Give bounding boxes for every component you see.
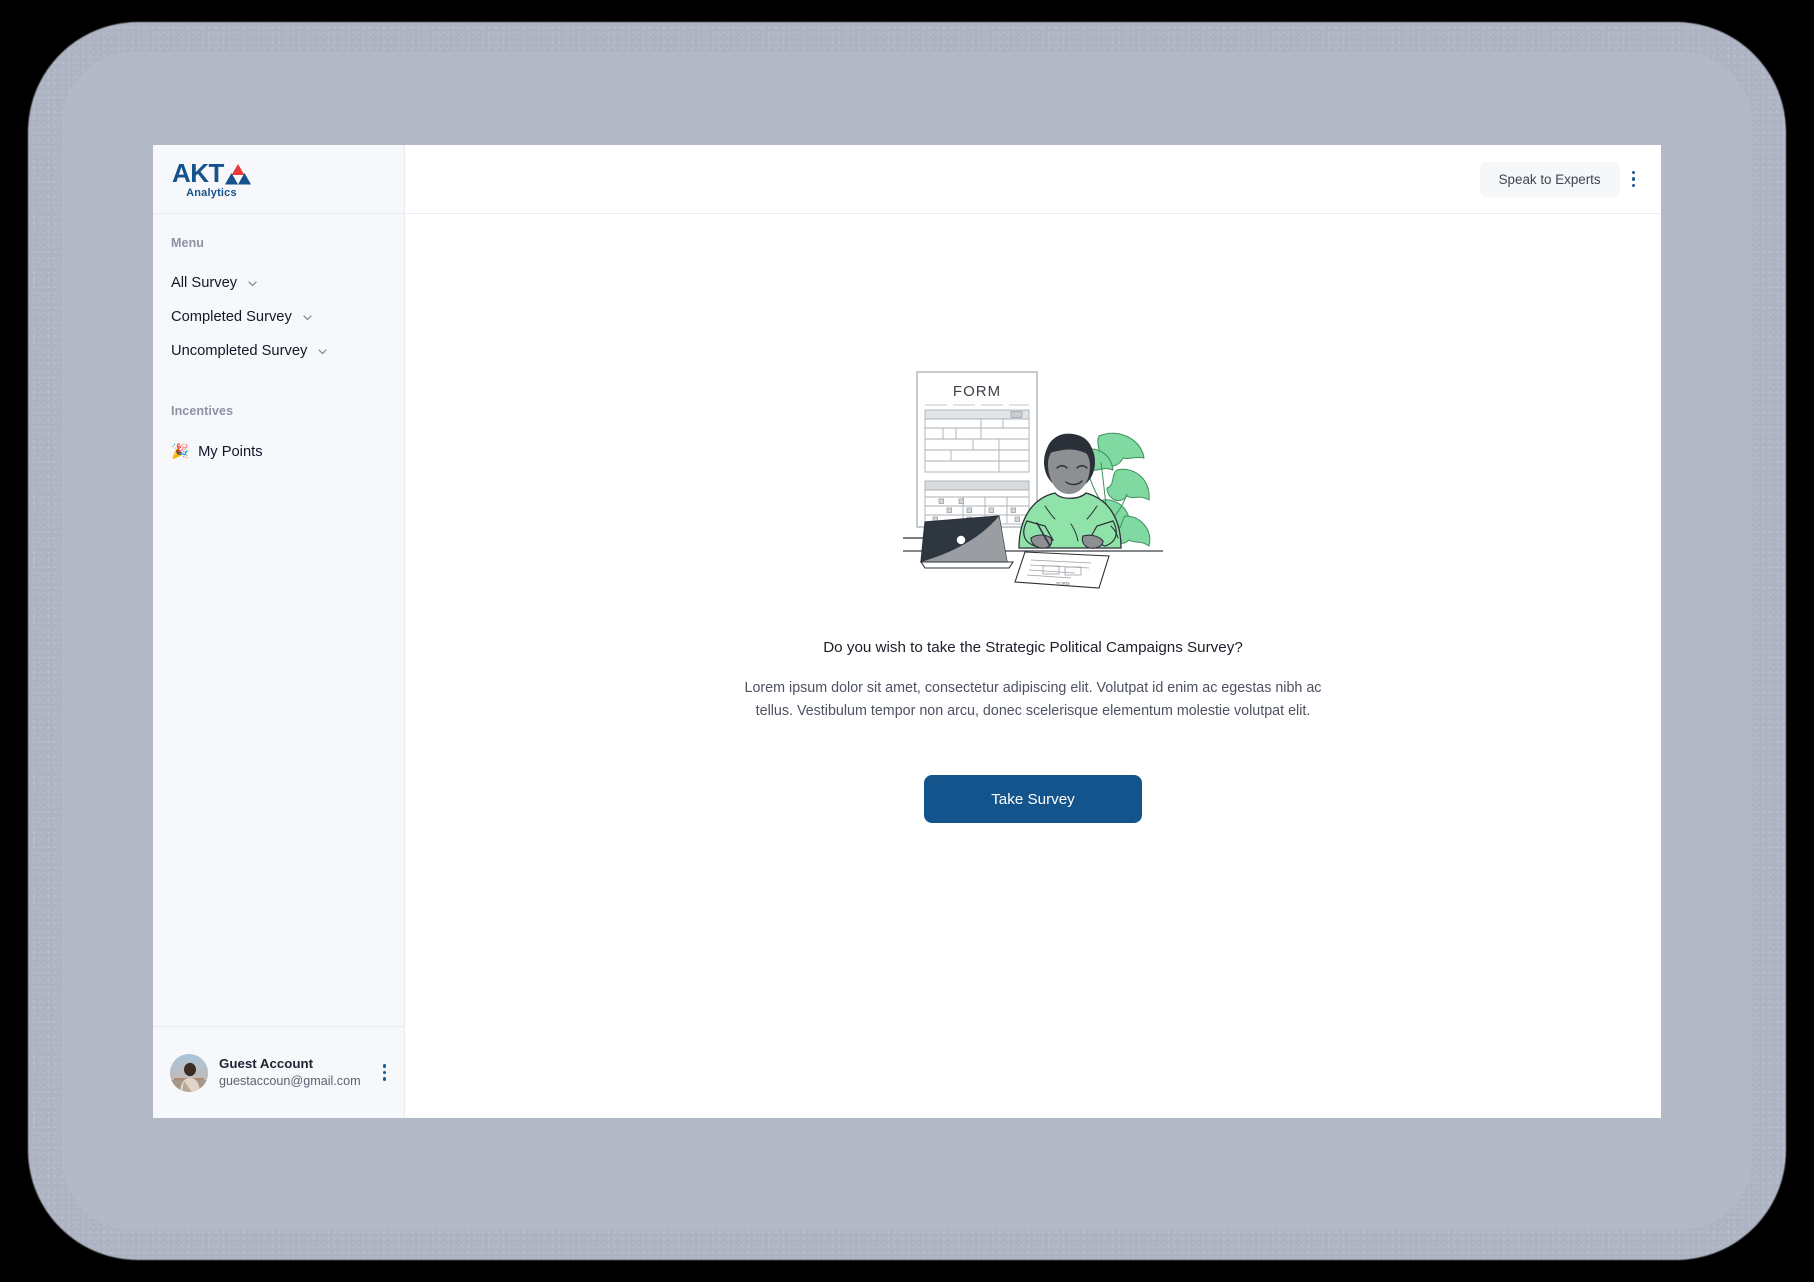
main-area: Speak to Experts FORM FORM Do you wish t… (405, 145, 1661, 1118)
svg-text:FORM: FORM (953, 383, 1001, 400)
speak-to-experts-button[interactable]: Speak to Experts (1479, 161, 1620, 197)
party-popper-icon: 🎉 (171, 443, 190, 460)
sidebar: AKT Analytics Menu All Survey Completed … (153, 145, 405, 1118)
person-filling-form-illustration: FORM FORM (903, 371, 1163, 589)
chevron-down-icon (303, 314, 312, 320)
survey-prompt-panel: FORM FORM Do you wish to take the Strate… (405, 214, 1661, 1118)
logo-triangle-icon (224, 163, 251, 184)
chevron-down-icon (248, 280, 257, 286)
sidebar-item-completed-survey[interactable]: Completed Survey (153, 300, 404, 334)
logo-text: AKT (172, 157, 224, 188)
sidebar-item-all-survey[interactable]: All Survey (153, 266, 404, 300)
svg-text:FORM: FORM (1056, 581, 1069, 586)
topbar-more-vertical-icon[interactable] (1624, 165, 1643, 193)
sidebar-item-label: My Points (198, 444, 263, 460)
account-name: Guest Account (219, 1055, 314, 1071)
topbar: Speak to Experts (405, 145, 1661, 214)
page-title: Do you wish to take the Strategic Politi… (823, 639, 1243, 656)
application-window: AKT Analytics Menu All Survey Completed … (153, 145, 1661, 1118)
sidebar-item-label: Completed Survey (171, 309, 292, 325)
account-email: guestaccoun@gmail.com (219, 1073, 361, 1088)
brand-logo[interactable]: AKT Analytics (153, 145, 404, 214)
account-section[interactable]: Guest Account guestaccoun@gmail.com (153, 1026, 404, 1118)
sidebar-nav: Menu All Survey Completed Survey Uncompl… (153, 214, 404, 1026)
sidebar-item-label: Uncompleted Survey (171, 343, 308, 359)
screenshot-root: AKT Analytics Menu All Survey Completed … (0, 0, 1814, 1282)
avatar (170, 1053, 208, 1092)
sidebar-item-label: All Survey (171, 275, 238, 291)
take-survey-button[interactable]: Take Survey (924, 775, 1142, 824)
sidebar-item-uncompleted-survey[interactable]: Uncompleted Survey (153, 334, 404, 368)
sidebar-section-menu-label: Menu (171, 236, 205, 250)
chevron-down-icon (318, 348, 327, 354)
logo-subtitle: Analytics (186, 186, 237, 199)
avatar-image (170, 1053, 208, 1092)
account-text: Guest Account guestaccoun@gmail.com (219, 1055, 368, 1091)
account-more-vertical-icon[interactable] (379, 1060, 390, 1084)
page-description: Lorem ipsum dolor sit amet, consectetur … (744, 680, 1322, 720)
sidebar-section-incentives-label: Incentives (171, 404, 234, 418)
sidebar-item-my-points[interactable]: 🎉 My Points (153, 435, 404, 469)
